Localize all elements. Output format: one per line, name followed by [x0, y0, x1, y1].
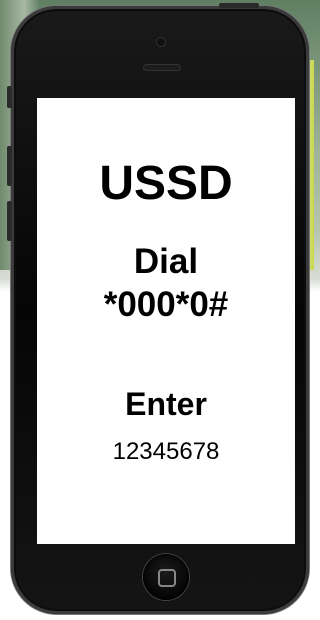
- power-button: [219, 3, 259, 8]
- dial-label: Dial: [133, 242, 199, 281]
- home-button-icon[interactable]: [143, 554, 189, 600]
- ussd-title: USSD: [99, 157, 233, 210]
- dial-code: *000*0#: [103, 285, 229, 324]
- volume-up-button: [7, 146, 12, 186]
- mute-switch: [7, 86, 12, 108]
- earpiece-speaker-icon: [143, 64, 181, 71]
- home-square-icon: [158, 569, 176, 587]
- enter-label: Enter: [125, 386, 207, 422]
- volume-down-button: [7, 201, 12, 241]
- enter-code: 12345678: [112, 438, 220, 465]
- phone-frame: USSD Dial *000*0# Enter 12345678: [7, 3, 309, 614]
- front-camera-icon: [157, 38, 165, 46]
- phone-screen: USSD Dial *000*0# Enter 12345678: [37, 98, 295, 544]
